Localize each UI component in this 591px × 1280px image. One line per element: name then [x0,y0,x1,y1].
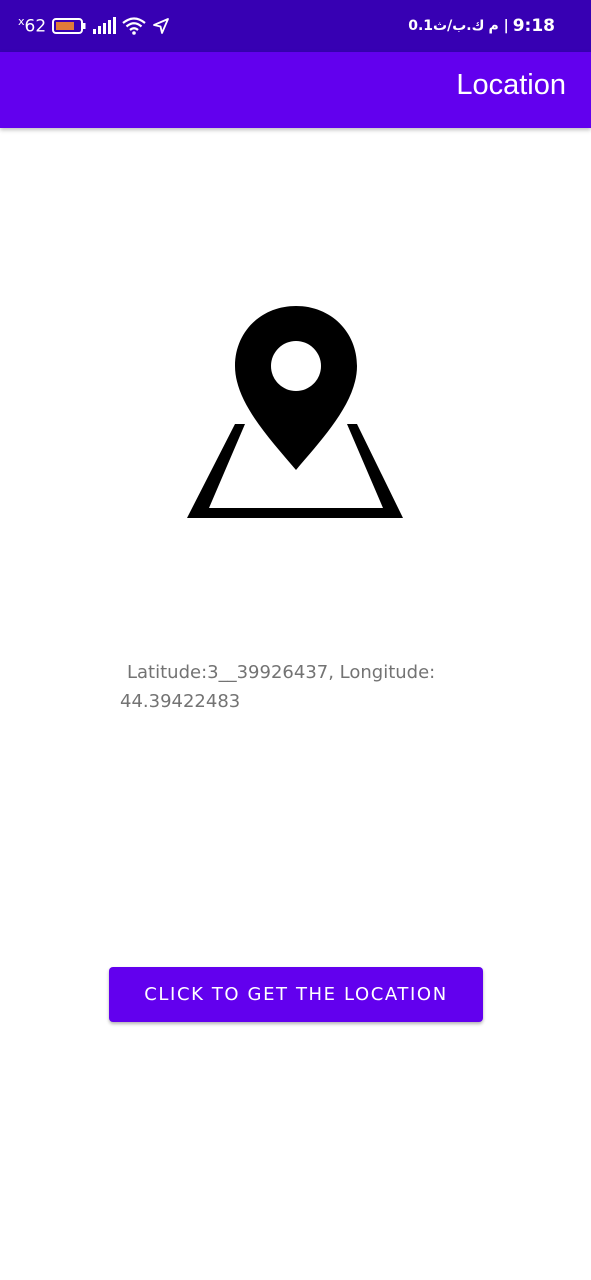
wifi-icon [122,17,146,35]
get-location-button[interactable]: CLICK TO GET THE LOCATION [109,967,483,1022]
status-icons-left: x62 [18,12,170,40]
location-map-icon [187,306,403,518]
status-bar: x62 0.1ك.ب/ث م | 9:18 [0,0,591,52]
app-bar: Location [0,52,591,128]
page-title: Location [456,69,566,101]
status-info-right: 0.1ك.ب/ث م | 9:18 [408,13,555,39]
status-separator: م | [488,18,509,34]
battery-level: x62 [18,15,46,37]
location-arrow-icon [153,18,170,34]
clock: 9:18 [512,16,555,36]
network-speed: 0.1ك.ب/ث [408,18,485,34]
battery-icon [52,18,86,34]
signal-icon [93,17,117,34]
location-text: Latitude:3__39926437, Longitude: 44.3942… [120,662,436,712]
battery-level-value: 62 [24,16,47,37]
